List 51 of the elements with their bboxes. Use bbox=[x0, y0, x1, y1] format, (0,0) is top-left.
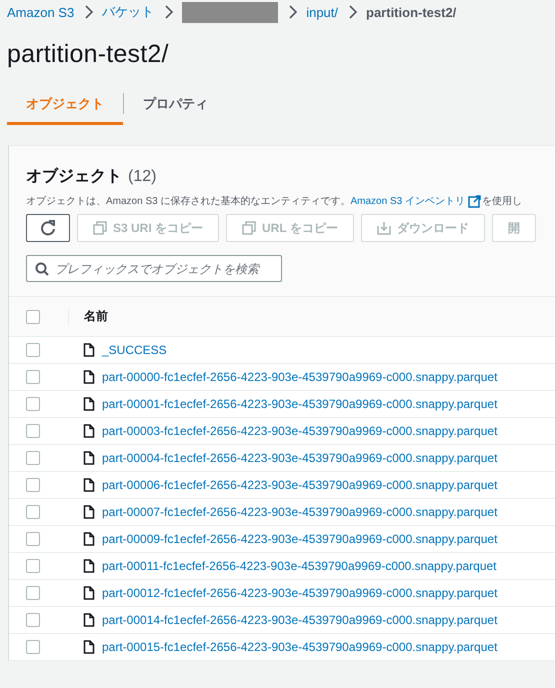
inventory-link[interactable]: Amazon S3 インベントリ bbox=[350, 194, 465, 208]
search-field[interactable]: プレフィックスでオブジェクトを検索 bbox=[26, 255, 282, 282]
chevron-icon bbox=[164, 4, 174, 20]
file-icon bbox=[83, 451, 95, 465]
panel-heading: オブジェクト bbox=[26, 166, 122, 187]
tab[interactable]: オブジェクト bbox=[7, 85, 123, 125]
breadcrumb-link[interactable]: Amazon S3 bbox=[7, 4, 74, 20]
checkbox[interactable] bbox=[26, 559, 40, 573]
checkbox[interactable] bbox=[26, 505, 40, 519]
file-icon bbox=[83, 532, 95, 546]
file-icon bbox=[83, 586, 95, 600]
chevron-icon bbox=[348, 4, 358, 20]
external-link-icon bbox=[468, 194, 481, 208]
refresh-button[interactable] bbox=[26, 214, 70, 242]
page-title: partition-test2/ bbox=[7, 39, 170, 70]
file-icon bbox=[83, 559, 95, 573]
file-icon bbox=[83, 397, 95, 411]
copy-icon bbox=[93, 221, 107, 235]
file-icon bbox=[83, 478, 95, 492]
checkbox[interactable] bbox=[26, 532, 40, 546]
description-text: を使用し bbox=[482, 195, 522, 208]
checkbox[interactable] bbox=[26, 640, 40, 654]
checkbox[interactable] bbox=[26, 397, 40, 411]
checkbox[interactable] bbox=[26, 478, 40, 492]
search-icon bbox=[35, 262, 49, 276]
breadcrumb-link[interactable]: バケット bbox=[102, 3, 154, 21]
breadcrumb-current: partition-test2/ bbox=[366, 4, 456, 20]
file-icon bbox=[83, 505, 95, 519]
file-icon bbox=[83, 640, 95, 654]
breadcrumb-link[interactable]: input/ bbox=[306, 4, 338, 20]
checkbox[interactable] bbox=[26, 613, 40, 627]
description-text: オブジェクトは、Amazon S3 に保存された基本的なエンティティです。 bbox=[26, 194, 350, 208]
checkbox[interactable] bbox=[26, 343, 40, 357]
file-icon bbox=[83, 424, 95, 438]
object-count: (12) bbox=[128, 168, 156, 186]
file-icon bbox=[83, 613, 95, 627]
checkbox[interactable] bbox=[26, 586, 40, 600]
download-icon bbox=[376, 221, 391, 235]
chevron-icon bbox=[288, 4, 298, 20]
copy-icon bbox=[242, 221, 256, 235]
chevron-icon bbox=[84, 4, 94, 20]
checkbox[interactable] bbox=[26, 370, 40, 384]
column-header: 名前 bbox=[84, 308, 108, 325]
checkbox[interactable] bbox=[26, 424, 40, 438]
refresh-icon bbox=[40, 220, 56, 236]
checkbox[interactable] bbox=[26, 310, 40, 324]
tab[interactable]: プロパティ bbox=[124, 85, 227, 125]
file-link[interactable]: _SUCCESS bbox=[102, 343, 167, 357]
file-icon bbox=[83, 370, 95, 384]
checkbox[interactable] bbox=[26, 451, 40, 465]
file-icon bbox=[83, 343, 95, 357]
